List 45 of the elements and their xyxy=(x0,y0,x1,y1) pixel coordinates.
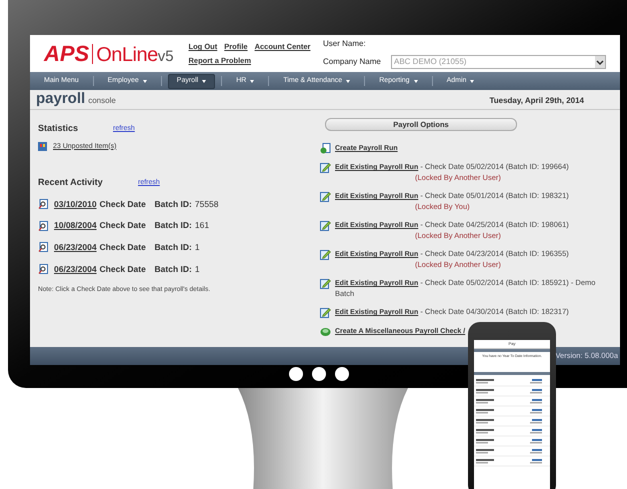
batch-id-label: Batch ID: xyxy=(154,262,192,276)
batch-id-label: Batch ID: xyxy=(154,241,192,254)
batch-id-value: 75558 xyxy=(194,198,218,210)
pencil-icon xyxy=(320,307,331,318)
company-name-label: Company Name xyxy=(323,56,382,68)
pencil-icon xyxy=(320,191,331,202)
caret-icon xyxy=(202,80,206,82)
chevron-down-icon xyxy=(595,56,605,68)
date-label: Tuesday, April 29th, 2014 xyxy=(489,95,584,107)
pencil-icon xyxy=(320,278,331,289)
caret-icon xyxy=(414,80,418,82)
caret-icon xyxy=(346,80,350,82)
check-date-label: Check Date xyxy=(100,262,147,276)
page-subtitle: console xyxy=(88,95,116,107)
caret-icon xyxy=(250,80,254,82)
money-icon xyxy=(320,326,331,337)
caret-icon xyxy=(142,80,147,82)
section-title: Recent Activity xyxy=(38,176,104,189)
check-date-label: Check Date xyxy=(100,219,147,232)
caret-icon xyxy=(470,80,474,82)
section-title: Statistics xyxy=(38,122,80,135)
check-date-link[interactable]: 10/08/2004 xyxy=(54,219,97,232)
check-date-label: Check Date xyxy=(100,241,147,254)
batch-id-label: Batch ID: xyxy=(154,198,192,210)
check-date-link[interactable]: 06/23/2004 xyxy=(54,262,97,276)
magnifier-document-icon xyxy=(38,220,48,231)
magnifier-document-icon xyxy=(38,242,48,252)
user-name-label: User Name: xyxy=(323,38,367,50)
indicator-lights-drawing xyxy=(289,367,349,381)
check-date-link[interactable]: 06/23/2004 xyxy=(54,241,97,254)
batch-id-label: Batch ID: xyxy=(154,219,192,232)
page-title: payroll xyxy=(36,91,86,106)
chart-icon xyxy=(38,142,47,152)
batch-id-value: 1 xyxy=(194,262,200,276)
batch-id-value: 161 xyxy=(194,219,210,232)
magnifier-document-icon xyxy=(38,264,48,274)
pencil-icon xyxy=(320,162,331,173)
check-date-link[interactable]: 03/10/2010 xyxy=(54,198,97,210)
check-date-label: Check Date xyxy=(100,198,147,210)
magnifier-document-icon xyxy=(38,198,48,209)
batch-id-value: 1 xyxy=(194,241,200,254)
pencil-icon xyxy=(320,249,331,260)
pencil-icon xyxy=(320,220,331,231)
logo: APS OnLinev5 xyxy=(44,42,174,64)
add-document-icon xyxy=(320,143,331,154)
